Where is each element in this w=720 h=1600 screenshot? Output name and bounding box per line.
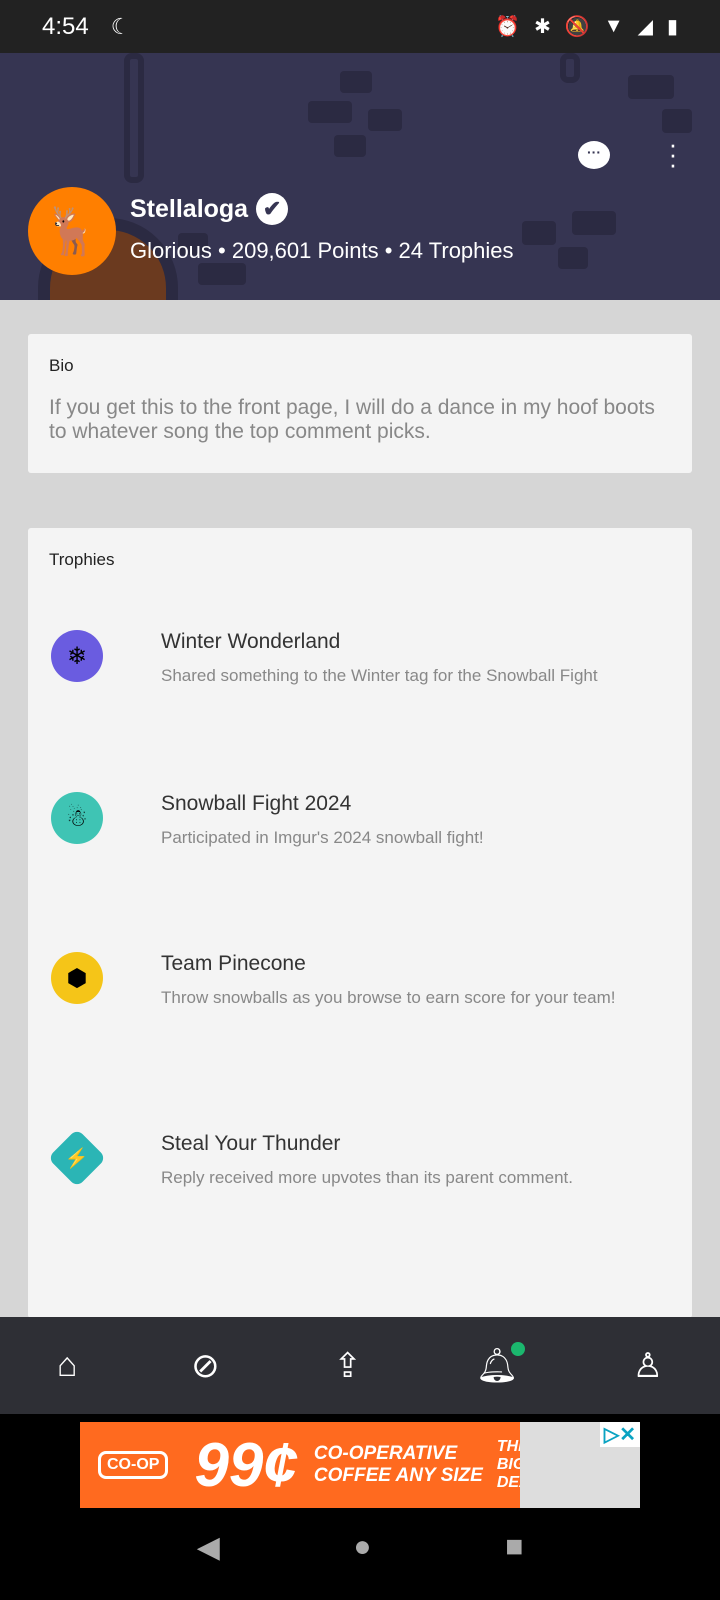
profile-stats: Glorious • 209,601 Points • 24 Trophies <box>130 238 514 263</box>
trophy-desc: Shared something to the Winter tag for t… <box>161 666 598 685</box>
wifi-icon: ▼ <box>603 15 624 37</box>
ad-area: CO-OP 99¢ CO-OPERATIVE COFFEE ANY SIZE TH… <box>0 1414 720 1600</box>
adchoices-close-icon[interactable]: ▷✕ <box>599 1422 640 1447</box>
profile-icon[interactable]: ♙ <box>633 1346 663 1386</box>
bluetooth-icon: ✱ <box>534 16 551 38</box>
trophy-name: Snowball Fight 2024 <box>161 792 352 815</box>
back-icon[interactable]: ◀ <box>197 1530 220 1565</box>
username: Stellaloga <box>130 194 249 223</box>
trophy-item[interactable]: ❄ Winter Wonderland Shared something to t… <box>51 630 701 692</box>
recents-icon[interactable]: ■ <box>505 1530 523 1565</box>
trophy-name: Team Pinecone <box>161 952 306 975</box>
notification-dot <box>510 1341 525 1356</box>
alarm-icon: ⏰ <box>495 16 521 38</box>
profile-header: 🦌 Stellaloga ✔ Glorious • 209,601 Points … <box>0 53 720 300</box>
trophy-desc: Reply received more upvotes than its par… <box>161 1168 573 1187</box>
trophy-name: Steal Your Thunder <box>161 1132 341 1155</box>
avatar[interactable]: 🦌 <box>28 187 116 275</box>
bottom-nav: ⌂ ⊘ ⇪ 🔔︎ ♙ <box>0 1317 720 1414</box>
dnd-moon-icon: ☾ <box>110 13 131 39</box>
trophy-desc: Throw snowballs as you browse to earn sc… <box>161 988 616 1007</box>
winter-wonderland-badge-icon: ❄ <box>51 630 107 692</box>
battery-icon: ▮ <box>666 16 678 38</box>
bio-title: Bio <box>49 356 74 375</box>
trophies-card: Trophies ❄ Winter Wonderland Shared somet… <box>28 528 692 1318</box>
trophy-item[interactable]: ⬢ Team Pinecone Throw snowballs as you br… <box>51 952 701 1014</box>
trophy-item[interactable]: ☃ Snowball Fight 2024 Participated in Img… <box>51 792 701 854</box>
bell-off-icon: 🔕 <box>564 16 590 38</box>
upload-icon[interactable]: ⇪ <box>333 1346 362 1386</box>
bio-text: If you get this to the front page, I wil… <box>49 396 655 443</box>
ad-line2: COFFEE ANY SIZE <box>313 1465 483 1486</box>
home-icon[interactable]: ⌂ <box>57 1346 78 1385</box>
verified-check-icon: ✔ <box>256 193 289 225</box>
trophy-name: Winter Wonderland <box>161 630 341 653</box>
trophy-item[interactable]: ⚡ Steal Your Thunder Reply received more … <box>47 1128 701 1194</box>
status-bar: 4:54 ☾ ⏰ ✱ 🔕 ▼ ◢ ▮ <box>0 0 720 53</box>
snowball-fight-badge-icon: ☃ <box>51 792 107 854</box>
explore-compass-icon[interactable]: ⊘ <box>191 1346 220 1386</box>
trophy-desc: Participated in Imgur's 2024 snowball fi… <box>161 828 484 847</box>
trophies-title: Trophies <box>49 550 115 569</box>
signal-icon: ◢ <box>637 16 653 38</box>
ad-line1: CO-OPERATIVE <box>313 1443 458 1464</box>
notifications-bell-icon[interactable]: 🔔︎ <box>476 1341 525 1386</box>
pinecone-badge-icon: ⬢ <box>51 952 107 1014</box>
bio-card: Bio If you get this to the front page, I… <box>28 334 692 473</box>
chat-icon[interactable]: ··· <box>578 141 610 169</box>
more-options-icon[interactable]: · · · <box>668 131 678 177</box>
home-button-icon[interactable]: ● <box>353 1530 371 1565</box>
thunder-badge-icon: ⚡ <box>47 1128 107 1194</box>
ad-price: 99¢ <box>194 1430 298 1500</box>
clock: 4:54 <box>42 12 89 40</box>
ad-brand: CO-OP <box>98 1451 169 1479</box>
ad-banner[interactable]: CO-OP 99¢ CO-OPERATIVE COFFEE ANY SIZE TH… <box>80 1422 640 1508</box>
